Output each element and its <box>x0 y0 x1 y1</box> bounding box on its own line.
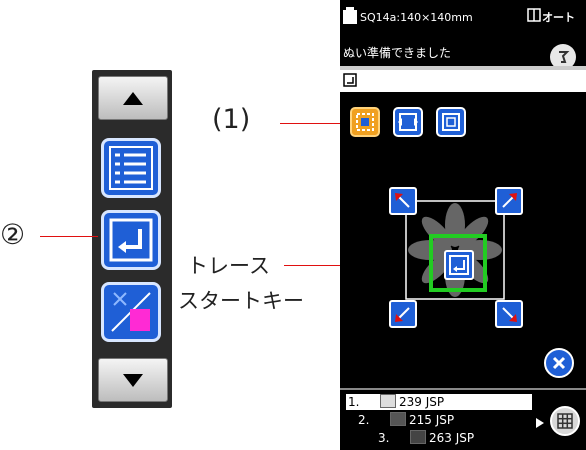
scroll-down-button[interactable] <box>98 358 168 402</box>
thread-list-item[interactable]: 3. 263 JSP <box>378 430 474 445</box>
thread-value: 263 JSP <box>429 431 475 445</box>
thread-swatch <box>390 412 406 426</box>
side-toolbar <box>92 70 172 408</box>
arrow-up-left-icon <box>395 193 410 208</box>
trace-start-icon <box>109 218 153 262</box>
trace-button[interactable] <box>101 210 161 270</box>
scroll-right-icon[interactable] <box>536 418 544 428</box>
arrow-down-left-icon <box>395 307 410 322</box>
callout-label-1: (1) <box>212 104 251 135</box>
presser-foot-icon <box>527 8 541 22</box>
trace-mode-2-button[interactable] <box>393 107 423 137</box>
hoop-icon <box>343 7 357 24</box>
arrow-up-right-icon <box>502 193 517 208</box>
thread-number: 3. <box>378 431 390 445</box>
arrow-down-right-icon <box>502 307 517 322</box>
header-mode: オート <box>542 11 575 24</box>
thread-number: 2. <box>358 413 370 427</box>
trace-mode-3-button[interactable] <box>436 107 466 137</box>
stitch-list-icon <box>109 146 153 190</box>
thread-swatch <box>410 430 426 444</box>
trace-start-icon <box>449 255 469 275</box>
thread-button[interactable] <box>101 282 161 342</box>
thread-list-item[interactable]: 2. 215 JSP <box>358 412 454 427</box>
status-text: ぬい準備できました <box>343 46 452 60</box>
thread-value: 215 JSP <box>409 413 455 427</box>
callout-trace-line2: スタートキー <box>178 289 304 313</box>
stitch-list-button[interactable] <box>101 138 161 198</box>
trace-mode-1-button[interactable] <box>350 107 380 137</box>
move-down-right-button[interactable] <box>495 300 523 328</box>
callout-trace-line1: トレース <box>187 254 270 278</box>
subheader-bar <box>340 70 586 92</box>
close-button[interactable] <box>544 348 574 378</box>
triangle-up-icon <box>123 92 143 105</box>
return-icon <box>343 73 357 87</box>
thread-value: 239 JSP <box>399 395 445 409</box>
frame-inner-icon <box>442 113 460 131</box>
thread-swatch <box>380 394 396 408</box>
callout-label-2: ② <box>0 218 26 251</box>
move-up-right-button[interactable] <box>495 187 523 215</box>
callout-line-2 <box>40 236 98 237</box>
scroll-up-button[interactable] <box>98 76 168 120</box>
list-divider <box>340 388 586 390</box>
trace-start-key[interactable] <box>444 250 474 280</box>
frame-arrows-icon <box>398 113 418 131</box>
color-grid-button[interactable] <box>550 406 580 436</box>
thread-spool-icon <box>111 292 151 332</box>
thread-number: 1. <box>348 395 360 409</box>
move-up-left-button[interactable] <box>389 187 417 215</box>
frame-outline-icon <box>356 113 374 131</box>
thread-list-item[interactable]: 1. 239 JSP <box>346 394 532 410</box>
close-icon <box>552 356 566 370</box>
callout-line-1 <box>280 123 346 124</box>
header-title: SQ14a:140×140mm <box>360 11 473 24</box>
grid-icon <box>557 413 573 429</box>
triangle-down-icon <box>123 374 143 387</box>
machine-screen: SQ14a:140×140mm オート ぬい準備できました 1. 239 JSP… <box>340 0 586 450</box>
move-down-left-button[interactable] <box>389 300 417 328</box>
